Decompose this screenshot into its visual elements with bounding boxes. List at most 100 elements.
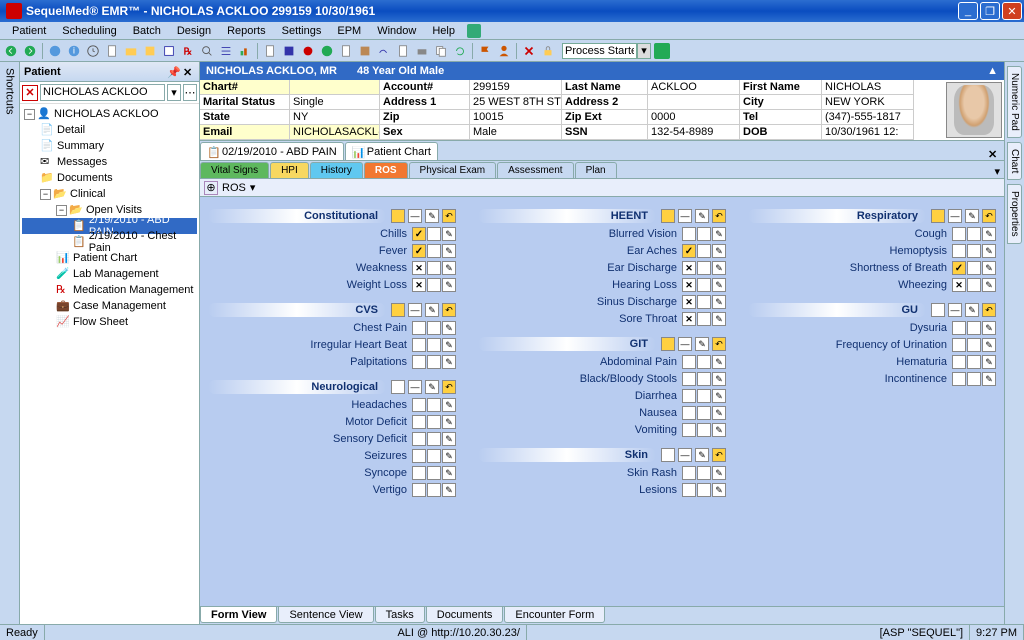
delete-icon[interactable] (520, 42, 538, 60)
help-icon[interactable] (467, 24, 481, 38)
clear-patient-button[interactable]: ✕ (22, 85, 38, 101)
ros-checkbox[interactable] (697, 372, 711, 386)
ros-checkbox[interactable] (697, 423, 711, 437)
edit-icon[interactable]: ✎ (442, 449, 456, 463)
edit-icon[interactable]: ✎ (442, 483, 456, 497)
sign-icon[interactable] (375, 42, 393, 60)
ros-checkbox[interactable] (952, 321, 966, 335)
ros-checkbox[interactable] (697, 295, 711, 309)
ros-checkbox[interactable] (682, 355, 696, 369)
page-icon[interactable] (103, 42, 121, 60)
tab-close-icon[interactable]: ✕ (988, 148, 1000, 160)
doc-icon[interactable] (337, 42, 355, 60)
tab-ros[interactable]: ROS (364, 162, 408, 178)
edit-icon[interactable]: ✎ (712, 227, 726, 241)
ros-checkbox[interactable] (967, 227, 981, 241)
tab-visit[interactable]: 📋02/19/2010 - ABD PAIN (200, 142, 344, 160)
home-icon[interactable] (46, 42, 64, 60)
edit-icon[interactable]: ✎ (442, 261, 456, 275)
tab-history[interactable]: History (310, 162, 363, 178)
btab-formview[interactable]: Form View (200, 607, 277, 623)
edit-icon[interactable]: ✎ (425, 209, 439, 223)
reset-icon[interactable]: ↶ (982, 209, 996, 223)
edit-icon[interactable]: ✎ (712, 372, 726, 386)
ros-checkbox[interactable] (412, 227, 426, 241)
edit-icon[interactable]: ✎ (425, 303, 439, 317)
tree-summary[interactable]: 📄Summary (22, 138, 197, 154)
save-icon[interactable] (280, 42, 298, 60)
tab-vitalsigns[interactable]: Vital Signs (200, 162, 269, 178)
patient-dropdown[interactable]: ▾ (167, 84, 181, 101)
ros-checkbox[interactable] (967, 278, 981, 292)
ros-checkbox[interactable] (391, 209, 405, 223)
edit-icon[interactable]: ✎ (712, 261, 726, 275)
edit-icon[interactable]: ✎ (712, 406, 726, 420)
ros-checkbox[interactable] (967, 355, 981, 369)
ros-checkbox[interactable] (967, 244, 981, 258)
ros-checkbox[interactable] (427, 398, 441, 412)
ros-checkbox[interactable] (697, 406, 711, 420)
rtab-properties[interactable]: Properties (1007, 184, 1022, 244)
ros-checkbox[interactable] (697, 261, 711, 275)
ros-checkbox[interactable] (391, 380, 405, 394)
attach-icon[interactable] (394, 42, 412, 60)
ros-checkbox[interactable] (427, 321, 441, 335)
shortcuts-tab[interactable]: Shortcuts (0, 62, 20, 624)
edit-icon[interactable]: ✎ (982, 227, 996, 241)
process-input[interactable] (562, 43, 637, 59)
ros-checkbox[interactable] (682, 261, 696, 275)
ros-checkbox[interactable] (967, 321, 981, 335)
edit-icon[interactable]: ✎ (712, 389, 726, 403)
ros-checkbox[interactable] (682, 244, 696, 258)
ros-checkbox[interactable] (697, 466, 711, 480)
menu-batch[interactable]: Batch (125, 24, 169, 38)
ros-checkbox[interactable] (682, 466, 696, 480)
edit-icon[interactable]: ✎ (712, 466, 726, 480)
tab-assessment[interactable]: Assessment (497, 162, 573, 178)
new-icon[interactable] (261, 42, 279, 60)
folder-icon[interactable] (122, 42, 140, 60)
user-icon[interactable] (495, 42, 513, 60)
reset-icon[interactable]: ↶ (712, 209, 726, 223)
ros-checkbox[interactable] (412, 244, 426, 258)
patient-options[interactable]: ⋯ (183, 84, 197, 101)
ros-checkbox[interactable] (412, 338, 426, 352)
rx-icon[interactable]: ℞ (179, 42, 197, 60)
edit-icon[interactable]: ✎ (965, 303, 979, 317)
edit-icon[interactable]: ✎ (712, 483, 726, 497)
edit-icon[interactable]: ✎ (712, 423, 726, 437)
rtab-numericpad[interactable]: Numeric Pad (1007, 66, 1022, 138)
back-button[interactable] (2, 42, 20, 60)
process-dropdown[interactable]: ▾ (637, 43, 651, 59)
ros-checkbox[interactable] (661, 209, 675, 223)
reset-icon[interactable]: ↶ (442, 380, 456, 394)
edit-icon[interactable]: ✎ (982, 244, 996, 258)
ros-checkbox[interactable] (661, 448, 675, 462)
ros-checkbox[interactable] (412, 355, 426, 369)
close-button[interactable]: ✕ (1002, 2, 1022, 20)
edit-icon[interactable]: ✎ (442, 321, 456, 335)
ros-checkbox[interactable] (967, 261, 981, 275)
print-icon[interactable] (413, 42, 431, 60)
chart-icon[interactable] (236, 42, 254, 60)
patient-name-field[interactable]: NICHOLAS ACKLOO (40, 84, 165, 101)
btab-sentenceview[interactable]: Sentence View (278, 607, 373, 623)
ros-checkbox[interactable] (697, 312, 711, 326)
edit-icon[interactable]: ✎ (712, 278, 726, 292)
ros-checkbox[interactable] (427, 466, 441, 480)
tree-root[interactable]: −👤NICHOLAS ACKLOO (22, 106, 197, 122)
info-icon[interactable]: i (65, 42, 83, 60)
tree-flowsheet[interactable]: 📈Flow Sheet (22, 314, 197, 330)
menu-design[interactable]: Design (169, 24, 219, 38)
edit-icon[interactable]: ✎ (712, 295, 726, 309)
tree-medmgmt[interactable]: ℞Medication Management (22, 282, 197, 298)
ros-checkbox[interactable] (697, 244, 711, 258)
tab-patientchart[interactable]: 📊Patient Chart (345, 142, 438, 160)
edit-icon[interactable]: ✎ (712, 355, 726, 369)
menu-window[interactable]: Window (369, 24, 424, 38)
ros-checkbox[interactable] (408, 380, 422, 394)
record-icon[interactable] (299, 42, 317, 60)
panel-close-icon[interactable]: ✕ (183, 66, 195, 78)
ros-checkbox[interactable] (967, 338, 981, 352)
ros-checkbox[interactable] (931, 209, 945, 223)
